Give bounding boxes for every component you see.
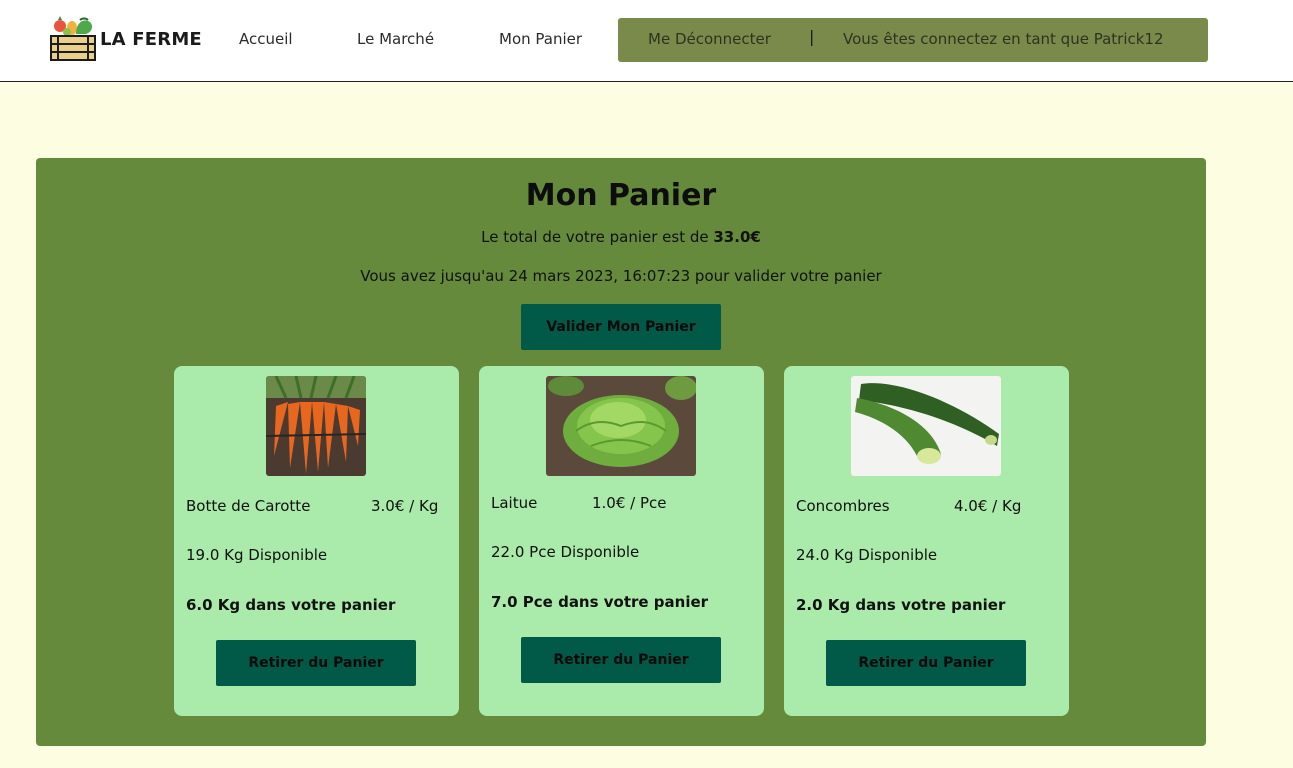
vegetable-crate-icon [50, 16, 96, 61]
product-card: Concombres 4.0€ / Kg 24.0 Kg Disponible … [784, 366, 1069, 716]
cart-panel: Mon Panier Le total de votre panier est … [36, 158, 1206, 746]
product-price: 4.0€ / Kg [954, 497, 1022, 515]
navbar: LA FERME Accueil Le Marché Mon Panier Me… [0, 0, 1293, 82]
carrots-photo [266, 376, 366, 476]
product-stock: 22.0 Pce Disponible [491, 543, 640, 561]
product-price: 1.0€ / Pce [592, 494, 667, 512]
cart-total: Le total de votre panier est de 33.0€ [36, 228, 1206, 246]
page-title: Mon Panier [525, 178, 717, 213]
user-bar-separator: | [809, 27, 815, 46]
remove-from-cart-button[interactable]: Retirer du Panier [521, 637, 721, 683]
product-name: Concombres [796, 497, 890, 515]
logout-link[interactable]: Me Déconnecter [648, 30, 771, 48]
nav-link-le-marche[interactable]: Le Marché [357, 30, 434, 48]
product-card: Laitue 1.0€ / Pce 22.0 Pce Disponible 7.… [479, 366, 764, 716]
product-price: 3.0€ / Kg [371, 497, 439, 515]
cart-deadline: Vous avez jusqu'au 24 mars 2023, 16:07:2… [360, 267, 882, 285]
brand-logo[interactable]: LA FERME [50, 16, 202, 62]
product-in-cart: 6.0 Kg dans votre panier [186, 596, 396, 614]
cart-total-value: 33.0€ [713, 228, 761, 246]
nav-link-mon-panier[interactable]: Mon Panier [499, 30, 582, 48]
product-card: Botte de Carotte 3.0€ / Kg 19.0 Kg Dispo… [174, 366, 459, 716]
nav-link-accueil[interactable]: Accueil [239, 30, 293, 48]
remove-from-cart-button[interactable]: Retirer du Panier [216, 640, 416, 686]
product-in-cart: 7.0 Pce dans votre panier [491, 593, 709, 611]
product-name: Botte de Carotte [186, 497, 311, 515]
cucumber-photo [851, 376, 1001, 476]
product-in-cart: 2.0 Kg dans votre panier [796, 596, 1006, 614]
product-stock: 24.0 Kg Disponible [796, 546, 938, 564]
validate-cart-button[interactable]: Valider Mon Panier [521, 304, 721, 350]
lettuce-photo [546, 376, 696, 476]
user-status-text: Vous êtes connectez en tant que Patrick1… [843, 30, 1164, 48]
brand-name: LA FERME [100, 28, 202, 50]
cart-total-label: Le total de votre panier est de [481, 228, 714, 246]
product-stock: 19.0 Kg Disponible [186, 546, 328, 564]
product-name: Laitue [491, 494, 538, 512]
user-bar: Me Déconnecter | Vous êtes connectez en … [618, 18, 1208, 62]
remove-from-cart-button[interactable]: Retirer du Panier [826, 640, 1026, 686]
